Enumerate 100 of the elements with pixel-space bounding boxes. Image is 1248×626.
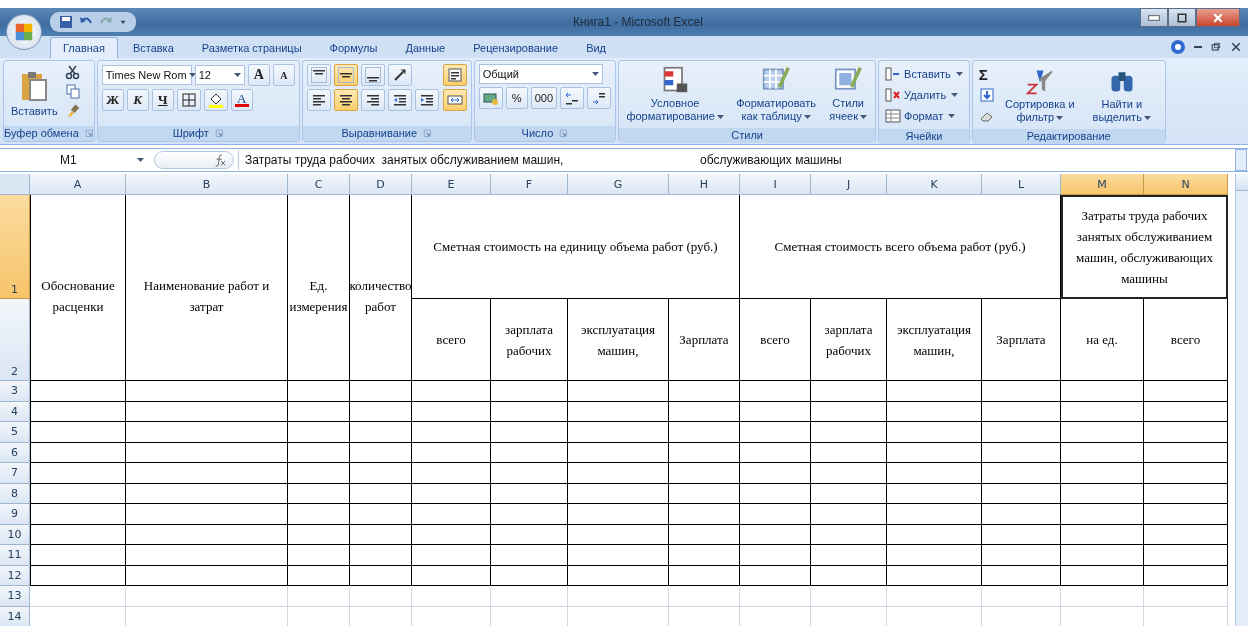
outdent-button[interactable]	[387, 89, 412, 111]
table-cell[interactable]	[568, 524, 669, 545]
table-cell[interactable]	[1144, 381, 1228, 402]
merge-center-button[interactable]	[442, 89, 467, 111]
table-cell[interactable]	[887, 442, 982, 463]
table-cell[interactable]	[126, 381, 288, 402]
table-cell[interactable]	[887, 422, 982, 443]
styles-button[interactable]: Условное форматирование	[623, 64, 728, 125]
row-header[interactable]: 9	[0, 504, 30, 525]
table-cell[interactable]	[491, 401, 568, 422]
table-cell[interactable]	[1144, 565, 1228, 586]
table-cell[interactable]	[126, 442, 288, 463]
column-header[interactable]: H	[669, 174, 740, 195]
column-header[interactable]: F	[491, 174, 568, 195]
table-cell[interactable]	[350, 545, 412, 566]
column-header[interactable]: M	[1061, 174, 1144, 195]
table-cell[interactable]	[412, 422, 491, 443]
help-icon[interactable]	[1170, 39, 1186, 55]
table-cell[interactable]	[982, 483, 1061, 504]
wrap-text-button[interactable]	[442, 64, 467, 86]
table-cell[interactable]	[740, 545, 811, 566]
table-cell[interactable]	[30, 422, 126, 443]
column-header[interactable]: I	[740, 174, 811, 195]
editing-button[interactable]: Найти и выделить	[1082, 64, 1161, 126]
table-cell[interactable]	[982, 381, 1061, 402]
table-cell[interactable]	[669, 524, 740, 545]
ribbon-tab[interactable]: Данные	[392, 37, 459, 58]
table-cell[interactable]	[126, 401, 288, 422]
column-header[interactable]: K	[887, 174, 982, 195]
table-cell[interactable]	[982, 463, 1061, 484]
table-cell[interactable]	[491, 504, 568, 525]
table-cell[interactable]	[811, 524, 887, 545]
table-cell[interactable]	[982, 504, 1061, 525]
underline-button[interactable]: Ч	[151, 89, 174, 111]
table-cell[interactable]	[669, 565, 740, 586]
table-cell[interactable]	[288, 381, 350, 402]
column-header[interactable]: J	[811, 174, 887, 195]
table-cell[interactable]	[568, 504, 669, 525]
minimize-button[interactable]	[1140, 8, 1168, 27]
italic-button[interactable]: К	[126, 89, 149, 111]
table-cell[interactable]	[1061, 422, 1144, 443]
editing-button[interactable]: Сортировка и фильтр	[1000, 64, 1079, 126]
fill-color-button[interactable]	[203, 89, 228, 111]
table-cell[interactable]	[1061, 545, 1144, 566]
table-cell[interactable]	[288, 483, 350, 504]
row-header[interactable]: 3	[0, 381, 30, 402]
table-cell[interactable]	[412, 381, 491, 402]
ribbon-tab[interactable]: Рецензирование	[460, 37, 572, 58]
table-cell[interactable]	[568, 401, 669, 422]
borders-button[interactable]	[176, 89, 201, 111]
table-cell[interactable]	[740, 565, 811, 586]
table-cell[interactable]	[288, 524, 350, 545]
table-cell[interactable]	[811, 483, 887, 504]
row-header[interactable]: 12	[0, 565, 30, 586]
table-cell[interactable]	[669, 483, 740, 504]
table-cell[interactable]	[669, 463, 740, 484]
table-cell[interactable]	[811, 401, 887, 422]
horizontal-align-button[interactable]	[333, 89, 358, 111]
office-logo-icon[interactable]	[13, 21, 35, 43]
table-cell[interactable]	[1061, 504, 1144, 525]
column-header[interactable]: C	[288, 174, 350, 195]
table-cell[interactable]	[30, 524, 126, 545]
table-cell[interactable]	[568, 442, 669, 463]
maximize-button[interactable]	[1168, 8, 1196, 27]
font-size-field[interactable]: 12	[194, 65, 245, 85]
table-cell[interactable]	[740, 463, 811, 484]
table-cell[interactable]	[350, 504, 412, 525]
column-header[interactable]: L	[982, 174, 1061, 195]
table-cell[interactable]	[412, 483, 491, 504]
table-cell[interactable]	[740, 381, 811, 402]
orientation-button[interactable]	[387, 64, 412, 86]
table-cell[interactable]	[740, 422, 811, 443]
table-cell[interactable]	[491, 545, 568, 566]
column-header[interactable]: N	[1144, 174, 1228, 195]
save-icon[interactable]	[58, 14, 74, 30]
table-cell[interactable]	[126, 545, 288, 566]
table-cell[interactable]	[811, 565, 887, 586]
table-cell[interactable]	[811, 463, 887, 484]
table-cell[interactable]	[1061, 483, 1144, 504]
row-header[interactable]: 8	[0, 483, 30, 504]
styles-button[interactable]: Стили ячеек	[825, 64, 872, 125]
function-icon[interactable]	[213, 153, 227, 167]
table-cell[interactable]	[982, 422, 1061, 443]
styles-button[interactable]: Форматировать как таблицу	[731, 64, 822, 125]
table-cell[interactable]	[126, 422, 288, 443]
table-cell[interactable]	[350, 442, 412, 463]
table-cell[interactable]	[740, 504, 811, 525]
table-cell[interactable]	[412, 545, 491, 566]
table-cell[interactable]	[126, 524, 288, 545]
table-cell[interactable]	[887, 524, 982, 545]
table-cell[interactable]	[126, 565, 288, 586]
table-cell[interactable]	[1061, 565, 1144, 586]
number-format-field[interactable]: Общий	[478, 64, 603, 84]
office-button[interactable]	[6, 14, 42, 50]
table-cell[interactable]	[30, 442, 126, 463]
table-cell[interactable]	[669, 442, 740, 463]
table-cell[interactable]	[30, 483, 126, 504]
table-cell[interactable]	[1061, 401, 1144, 422]
table-cell[interactable]	[491, 483, 568, 504]
table-cell[interactable]	[669, 381, 740, 402]
